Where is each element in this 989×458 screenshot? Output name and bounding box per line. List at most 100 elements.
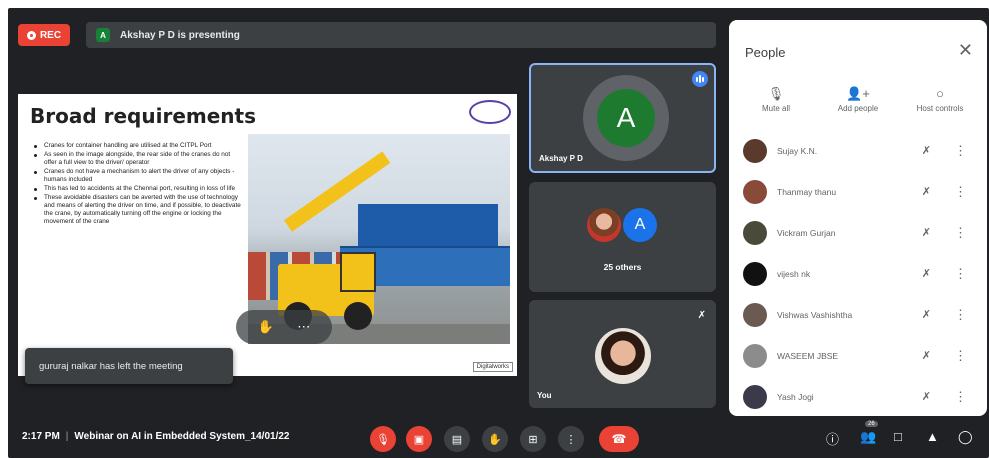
- chat-icon: □: [894, 429, 902, 444]
- info-button[interactable]: ⓘ: [826, 429, 839, 448]
- participant-row[interactable]: Vishwas Vashishtha ✗ ⋮: [729, 294, 987, 335]
- people-panel: People ✕ 🎙 Mute all 👤+ Add people ○ Host…: [729, 20, 987, 416]
- participant-row[interactable]: WASEEM JBSE ✗ ⋮: [729, 335, 987, 376]
- participant-row[interactable]: vijesh nk ✗ ⋮: [729, 253, 987, 294]
- more-vert-icon[interactable]: ⋮: [954, 225, 967, 241]
- recording-indicator: REC: [18, 24, 70, 46]
- separator: |: [65, 431, 69, 442]
- more-vert-icon[interactable]: ⋮: [954, 266, 967, 282]
- more-vert-icon[interactable]: ⋮: [954, 389, 967, 405]
- participant-name: Sujay K.N.: [777, 145, 818, 156]
- camera-toggle-button[interactable]: ▣: [406, 426, 432, 452]
- mic-off-icon[interactable]: ✗: [922, 349, 931, 362]
- people-button[interactable]: 26 👥: [860, 421, 878, 445]
- presenter-avatar: A: [96, 28, 110, 42]
- shared-slide: Broad requirements Cranes for container …: [18, 94, 517, 376]
- close-icon[interactable]: ✕: [958, 40, 973, 61]
- participant-name: Vishwas Vashishtha: [777, 309, 853, 320]
- participant-name: vijesh nk: [777, 268, 811, 279]
- mic-off-icon[interactable]: ✗: [922, 308, 931, 321]
- people-icon: 👥: [860, 429, 877, 444]
- tile-name: You: [537, 391, 552, 400]
- presenter-tile[interactable]: A Akshay P D: [529, 63, 716, 173]
- slide-bullet: Cranes for container handling are utilis…: [32, 142, 242, 150]
- more-vert-icon[interactable]: ⋮: [954, 143, 967, 159]
- avatar: [743, 179, 767, 204]
- activities-icon: ▲: [926, 429, 939, 444]
- presenter-banner: A Akshay P D is presenting: [86, 22, 716, 48]
- speaking-icon: [692, 71, 708, 87]
- participant-name: Yash Jogi: [777, 391, 814, 402]
- slide-bullet: This has led to accidents at the Chennai…: [32, 185, 242, 193]
- presentation-controls[interactable]: ✋ ⋯: [236, 310, 332, 344]
- mic-off-icon: 🎙: [767, 86, 785, 101]
- more-options-icon[interactable]: ⋯: [297, 319, 310, 335]
- avatar: [743, 302, 767, 327]
- add-people-button[interactable]: 👤+ Add people: [818, 86, 898, 113]
- participant-row[interactable]: Yash Jogi ✗ ⋮: [729, 376, 987, 416]
- info-icon: ⓘ: [826, 432, 840, 447]
- camera-off-icon: ▣: [413, 433, 425, 446]
- clock-time: 2:17 PM: [22, 431, 60, 442]
- captions-button[interactable]: ▤: [444, 426, 470, 452]
- slide-brand: Digitalworks: [472, 362, 513, 372]
- avatar: [743, 261, 767, 286]
- avatar: [595, 328, 651, 384]
- others-count: 25 others: [603, 262, 642, 272]
- tile-name: Akshay P D: [539, 154, 583, 163]
- action-label: Add people: [837, 104, 879, 113]
- mute-all-button[interactable]: 🎙 Mute all: [736, 86, 816, 113]
- action-label: Mute all: [761, 104, 790, 113]
- present-button[interactable]: ⊞: [520, 426, 546, 452]
- recording-label: REC: [39, 29, 62, 41]
- mic-off-icon[interactable]: ✗: [922, 390, 931, 403]
- slide-bullet: As seen in the image alongside, the rear…: [32, 151, 242, 167]
- slide-logo: [469, 100, 511, 124]
- participant-row[interactable]: Sujay K.N. ✗ ⋮: [729, 130, 987, 171]
- more-vert-icon[interactable]: ⋮: [954, 348, 967, 364]
- pointer-icon[interactable]: ✋: [258, 319, 274, 335]
- more-vert-icon[interactable]: ⋮: [954, 184, 967, 200]
- activities-button[interactable]: ▲: [926, 429, 939, 444]
- participant-row[interactable]: Vickram Gurjan ✗ ⋮: [729, 212, 987, 253]
- slide-bullet: Cranes do not have a mechanism to alert …: [32, 168, 242, 184]
- raise-hand-button[interactable]: ✋: [482, 426, 508, 452]
- leave-call-button[interactable]: ☎: [599, 426, 639, 452]
- participant-name: Vickram Gurjan: [777, 227, 836, 238]
- slide-title: Broad requirements: [30, 104, 256, 128]
- more-vert-icon[interactable]: ⋮: [954, 307, 967, 323]
- slide-bullets: Cranes for container handling are utilis…: [32, 142, 242, 227]
- avatar: A: [597, 89, 655, 147]
- avatar: [743, 138, 767, 163]
- more-vert-icon: ⋮: [565, 433, 577, 446]
- record-icon: [26, 30, 36, 40]
- avatar: [587, 208, 621, 242]
- mic-off-icon[interactable]: ✗: [922, 185, 931, 198]
- chat-button[interactable]: □: [894, 429, 902, 444]
- more-options-button[interactable]: ⋮: [558, 426, 584, 452]
- avatar: [743, 343, 767, 368]
- avatar: [743, 384, 767, 409]
- mic-off-icon[interactable]: ✗: [922, 144, 931, 157]
- mic-toggle-button[interactable]: 🎙: [370, 426, 396, 452]
- notification-toast: gururaj nalkar has left the meeting: [25, 348, 233, 384]
- panel-title: People: [745, 45, 786, 60]
- toggle-icon: ○: [936, 86, 944, 101]
- self-tile[interactable]: ✗ You: [529, 300, 716, 408]
- present-icon: ⊞: [528, 433, 538, 446]
- others-tile[interactable]: A 25 others: [529, 182, 716, 292]
- hand-icon: ✋: [488, 433, 502, 446]
- participant-name: WASEEM JBSE: [777, 350, 839, 361]
- host-controls-button[interactable]: ○ Host controls: [900, 86, 980, 113]
- participant-count-badge: 26: [865, 421, 878, 427]
- mic-off-icon: 🎙: [376, 433, 390, 446]
- mic-off-icon: ✗: [697, 310, 706, 321]
- participant-row[interactable]: Thanmay thanu ✗ ⋮: [729, 171, 987, 212]
- avatar: [743, 220, 767, 245]
- host-controls-button[interactable]: ◯: [958, 429, 973, 445]
- bottom-bar: 2:17 PM | Webinar on AI in Embedded System…: [8, 416, 989, 458]
- meeting-title: Webinar on AI in Embedded System_14/01/2…: [74, 431, 290, 442]
- mic-off-icon[interactable]: ✗: [922, 267, 931, 280]
- action-label: Host controls: [916, 104, 964, 113]
- mic-off-icon[interactable]: ✗: [922, 226, 931, 239]
